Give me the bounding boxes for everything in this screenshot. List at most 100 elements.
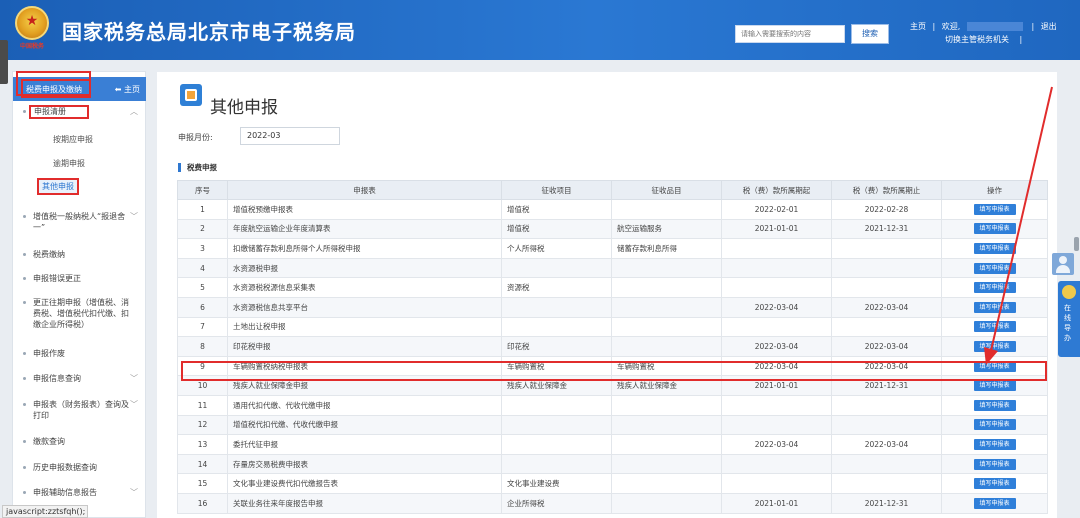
sidebar-item-vat-general[interactable]: 增值税一般纳税人“报退舍一” ﹀ [13, 211, 146, 235]
sidebar-group-declaration-list[interactable]: 申报清册 ︿ [13, 105, 146, 120]
chevron-down-icon[interactable]: ﹀ [130, 487, 138, 498]
sidebar-sub-other-active[interactable]: 其他申报 [37, 178, 79, 195]
sidebar-item-label[interactable]: 申报作废 [33, 348, 129, 359]
search-button[interactable]: 搜索 [851, 24, 889, 44]
sidebar-item-label[interactable]: 更正往期申报（增值税、消费税、增值税代扣代缴、扣缴企业所得税） [33, 297, 129, 330]
sidebar-item-query[interactable]: 申报信息查询 ﹀ [13, 373, 146, 385]
column-header: 征收品目 [611, 180, 722, 200]
column-header: 征收项目 [501, 180, 612, 200]
bullet-icon [23, 352, 26, 355]
chevron-down-icon[interactable]: ﹀ [130, 399, 138, 410]
form-name-cell: 委托代征申报 [227, 434, 502, 455]
fill-declaration-button[interactable]: 填写申报表 [973, 399, 1016, 411]
row-index-cell: 5 [177, 277, 228, 298]
sidebar-item-label[interactable]: 申报表（财务报表）查询及打印 [33, 399, 129, 421]
levy-subitem-cell [611, 336, 722, 357]
levy-item-cell [501, 394, 612, 416]
row-index-cell: 12 [177, 414, 228, 436]
table-row: 12 增值税代扣代缴、代收代缴申报 填写申报表 [177, 414, 1048, 436]
online-guide-label[interactable]: 在线导办 [1064, 303, 1074, 343]
table-row: 13 委托代征申报 2022-03-04 2022-03-04 填写申报表 [177, 434, 1048, 455]
fill-declaration-button[interactable]: 填写申报表 [973, 438, 1016, 450]
sidebar-item-past-correction[interactable]: 更正往期申报（增值税、消费税、增值税代扣代缴、扣缴企业所得税） [13, 297, 146, 333]
month-field[interactable]: 2022-03 [240, 127, 340, 145]
levy-subitem-cell [611, 434, 722, 455]
fill-declaration-button[interactable]: 填写申报表 [973, 478, 1016, 490]
period-end-cell [831, 414, 942, 436]
period-start-cell [721, 453, 832, 475]
row-index-cell: 2 [177, 218, 228, 240]
sidebar-home-label[interactable]: 主页 [124, 85, 140, 94]
separator: | [1019, 35, 1023, 44]
sidebar-group-label[interactable]: 申报清册 [29, 105, 89, 119]
levy-subitem-cell [611, 257, 722, 279]
sidebar-item-label[interactable]: 申报信息查询 [33, 373, 129, 384]
fill-declaration-button[interactable]: 填写申报表 [973, 458, 1016, 470]
sidebar-item-void[interactable]: 申报作废 [13, 348, 146, 360]
levy-subitem-cell [611, 316, 722, 338]
fill-declaration-button[interactable]: 填写申报表 [973, 419, 1016, 431]
sidebar-item-label[interactable]: 申报错误更正 [33, 273, 129, 284]
status-bar-url: javascript:zztsfqh(); [2, 505, 88, 518]
sidebar-sub-regular[interactable]: 按期应申报 [53, 134, 93, 145]
scrollbar-thumb[interactable] [1074, 237, 1079, 251]
period-start-cell: 2022-03-04 [721, 434, 832, 455]
period-end-cell: 2022-03-04 [831, 434, 942, 455]
form-name-cell: 扣缴储蓄存款利息所得个人所得税申报 [227, 238, 502, 259]
sidebar-item-aux-report[interactable]: 申报辅助信息报告 ﹀ [13, 487, 146, 499]
period-start-cell [721, 473, 832, 494]
levy-item-cell [501, 434, 612, 455]
sidebar-item-correction[interactable]: 申报错误更正 [13, 273, 146, 285]
period-end-cell [831, 453, 942, 475]
sidebar-item-report-print[interactable]: 申报表（财务报表）查询及打印 ﹀ [13, 399, 146, 423]
avatar-icon[interactable] [1052, 253, 1074, 275]
sidebar-item-label[interactable]: 申报辅助信息报告 [33, 487, 129, 498]
home-link[interactable]: 主页 [910, 22, 926, 31]
fill-declaration-button[interactable]: 填写申报表 [973, 497, 1016, 509]
period-start-cell [721, 238, 832, 259]
sidebar-home-link[interactable]: ⬅ 主页 [115, 84, 140, 95]
row-index-cell: 15 [177, 473, 228, 494]
form-name-cell: 文化事业建设费代扣代缴报告表 [227, 473, 502, 494]
search-input[interactable] [735, 25, 845, 43]
bullet-icon [23, 277, 26, 280]
sidebar-item-payment[interactable]: 税费缴纳 [13, 249, 146, 261]
chevron-down-icon[interactable]: ﹀ [130, 373, 138, 384]
sidebar-item-label[interactable]: 增值税一般纳税人“报退舍一” [33, 211, 129, 233]
fill-declaration-button[interactable]: 填写申报表 [973, 380, 1016, 392]
switch-tax-authority-label[interactable]: 切换主管税务机关 [945, 35, 1009, 44]
logout-link[interactable]: 退出 [1041, 22, 1057, 31]
column-header: 序号 [177, 180, 228, 200]
sidebar: 税费申报及缴纳 ⬅ 主页 申报清册 ︿ 按期应申报 逾期申报 增值税一般纳税人“… [12, 71, 146, 518]
chevron-down-icon[interactable]: ﹀ [130, 211, 138, 222]
sidebar-sub-overdue[interactable]: 逾期申报 [53, 158, 85, 169]
sidebar-item-label[interactable]: 税费缴纳 [33, 249, 129, 260]
column-header: 税（费）款所属期止 [831, 180, 942, 200]
sidebar-item-history[interactable]: 历史申报数据查询 [13, 462, 146, 474]
sidebar-item-payment-query[interactable]: 缴款查询 [13, 436, 146, 448]
row-index-cell: 16 [177, 492, 228, 514]
form-name-cell: 水资源税信息共享平台 [227, 296, 502, 318]
levy-subitem-cell [611, 199, 722, 220]
chevron-up-icon[interactable]: ︿ [130, 106, 138, 117]
sidebar-item-label[interactable]: 缴款查询 [33, 436, 129, 447]
table-row: 1 增值税预缴申报表 增值税 2022-02-01 2022-02-28 填写申报表 [177, 199, 1048, 220]
site-title[interactable]: 国家税务总局北京市电子税务局 [62, 16, 356, 45]
side-collapse-handle[interactable] [0, 40, 8, 84]
levy-item-cell [501, 316, 612, 338]
form-name-cell: 关联业务往来年度报告申报 [227, 492, 502, 514]
levy-item-cell: 增值税 [501, 199, 612, 220]
table-row: 11 通用代扣代缴、代收代缴申报 填写申报表 [177, 394, 1048, 416]
column-header: 申报表 [227, 180, 502, 200]
levy-subitem-cell [611, 296, 722, 318]
row-index-cell: 4 [177, 257, 228, 279]
form-name-cell: 存量房交易税费申报表 [227, 453, 502, 475]
levy-subitem-cell: 储蓄存款利息所得 [611, 238, 722, 259]
sidebar-item-label[interactable]: 历史申报数据查询 [33, 462, 129, 473]
form-name-cell: 通用代扣代缴、代收代缴申报 [227, 394, 502, 416]
levy-item-cell: 个人所得税 [501, 238, 612, 259]
period-end-cell [831, 394, 942, 416]
online-guide-button[interactable]: 在线导办 [1058, 281, 1080, 357]
switch-tax-authority-link[interactable]: 切换主管税务机关 | [945, 34, 1022, 45]
month-label: 申报月份: [178, 133, 213, 142]
